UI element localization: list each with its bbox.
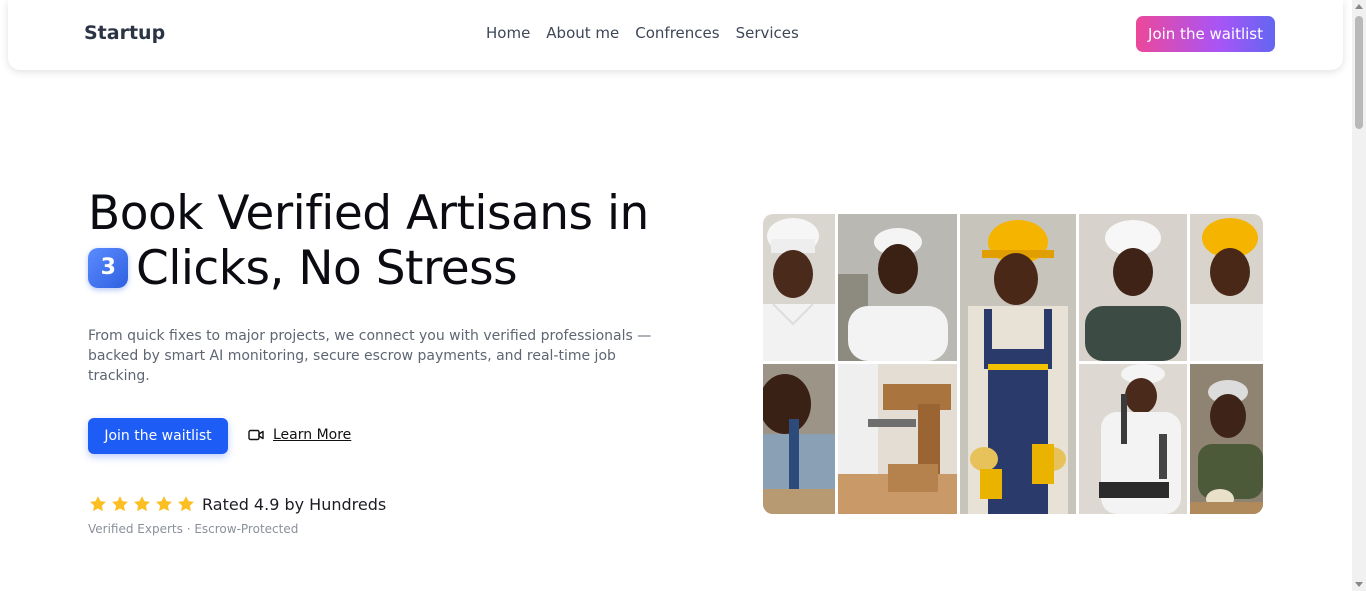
headline-line-1: Book Verified Artisans in [88,186,649,241]
hero-description: From quick fixes to major projects, we c… [88,328,652,384]
rating-text: Rated 4.9 by Hundreds [202,494,387,514]
nav-link-home[interactable]: Home [486,24,530,42]
rating-stars [88,494,198,514]
hero-headline: Book Verified Artisans in 3 Clicks, No St… [88,186,728,296]
nav-link-about[interactable]: About me [546,24,619,42]
video-camera-icon [248,429,264,441]
learn-more-label: Learn More [273,427,352,443]
star-icon [112,496,128,512]
number-badge: 3 [88,247,128,288]
nav-link-conferences[interactable]: Confrences [635,24,719,42]
trust-footnote: Verified Experts · Escrow-Protected [88,522,299,536]
construction-worker-hard-hat-overalls-photo [960,214,1076,514]
rating-row: Rated 4.9 by Hundreds [88,494,386,514]
chef-woman-dark-uniform-photo [1079,214,1187,361]
chef-white-hat-photo [763,214,835,361]
star-icon [178,496,194,512]
woman-artisan-workshop-photo [763,364,835,514]
brand-logo[interactable]: Startup [84,22,165,44]
top-navbar: Startup Home About me Confrences Service… [8,0,1343,70]
star-icon [156,496,172,512]
star-icon [134,496,150,512]
carpenter-wood-clamp-photo [838,364,957,514]
chef-woman-white-cap-photo [838,214,957,361]
learn-more-link[interactable]: Learn More [248,427,351,443]
hero-join-waitlist-button[interactable]: Join the waitlist [88,418,228,454]
scroll-up-arrow-icon[interactable] [1355,4,1363,9]
scroll-down-arrow-icon[interactable] [1355,582,1363,587]
nav-links: Home About me Confrences Services [486,24,799,42]
nav-link-services[interactable]: Services [736,24,799,42]
star-icon [90,496,106,512]
headline-line-2: Clicks, No Stress [136,241,518,296]
chef-working-tools-photo [1079,364,1187,514]
nav-join-waitlist-button[interactable]: Join the waitlist [1136,16,1275,52]
artisan-grey-cap-workshop-photo [1190,364,1263,514]
scroll-thumb[interactable] [1355,16,1363,129]
artisan-photo-collage [763,214,1263,514]
worker-hard-hat-chef-coat-photo [1190,214,1263,361]
page-scrollbar[interactable] [1352,0,1366,591]
